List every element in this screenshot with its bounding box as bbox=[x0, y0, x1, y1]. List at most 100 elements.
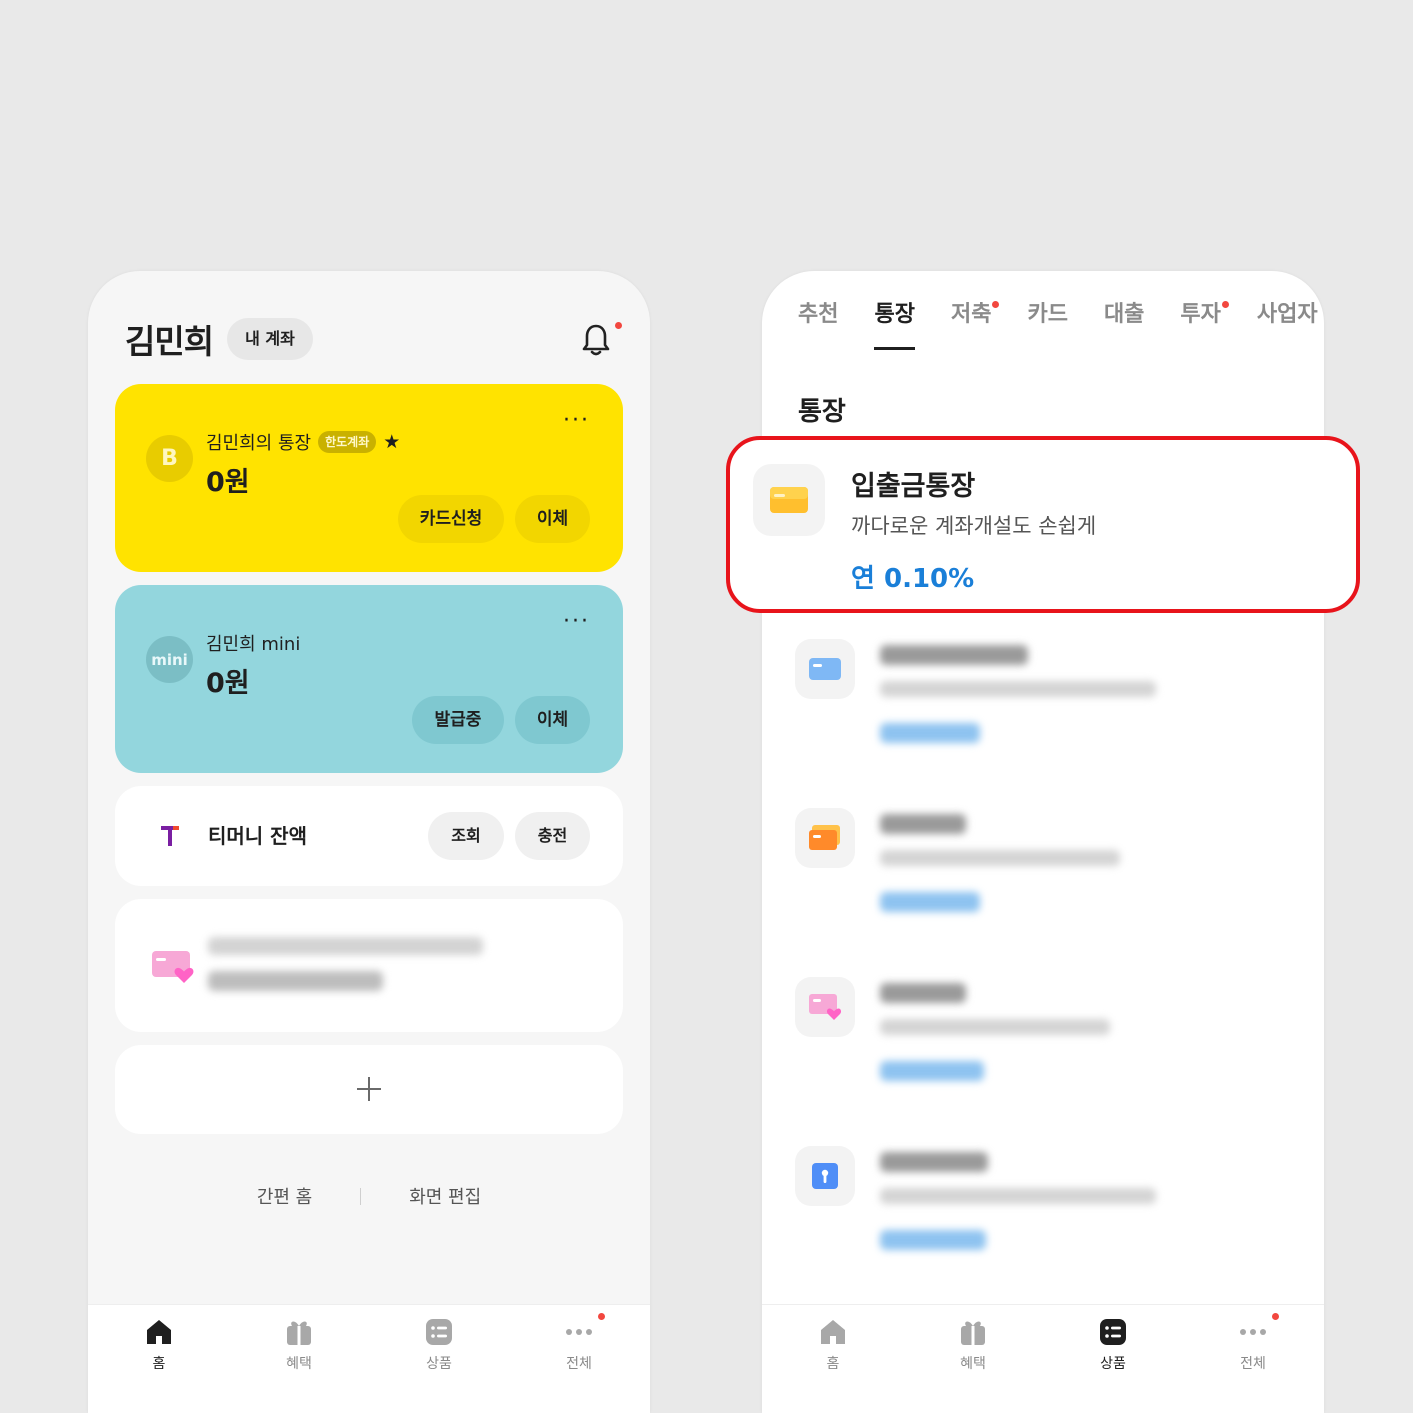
tab-card[interactable]: 카드 bbox=[1027, 299, 1067, 359]
product-list-item[interactable] bbox=[762, 629, 1324, 779]
tab-label: 사업자 bbox=[1256, 302, 1318, 327]
blurred-text bbox=[880, 892, 980, 912]
product-list-item[interactable] bbox=[762, 1136, 1324, 1286]
products-icon bbox=[1100, 1319, 1126, 1345]
product-list-item[interactable] bbox=[762, 967, 1324, 1117]
tab-benefits[interactable]: 혜택 bbox=[933, 1317, 1013, 1373]
tab-products[interactable]: 상품 bbox=[399, 1317, 479, 1373]
tab-all[interactable]: 전체 bbox=[1213, 1317, 1293, 1373]
tab-label: 상품 bbox=[426, 1356, 452, 1372]
user-name: 김민희 bbox=[125, 322, 214, 361]
blurred-text bbox=[880, 1230, 986, 1250]
card-heart-icon bbox=[809, 994, 842, 1020]
mini-logo-icon: mini bbox=[146, 636, 193, 683]
safe-box-icon bbox=[812, 1163, 838, 1189]
tab-label: 카드 bbox=[1027, 302, 1068, 327]
tab-label: 전체 bbox=[566, 1356, 592, 1372]
promo-card[interactable] bbox=[115, 899, 623, 1032]
blurred-text bbox=[880, 723, 980, 743]
blurred-text bbox=[880, 645, 1028, 665]
simple-home-link[interactable]: 간편 홈 bbox=[257, 1183, 312, 1209]
tab-savings[interactable]: 저축 bbox=[950, 299, 1000, 359]
footer-links: 간편 홈 화면 편집 bbox=[88, 1183, 650, 1209]
tab-label: 추천 bbox=[798, 302, 839, 327]
blurred-text bbox=[880, 850, 1120, 866]
account-balance: 0원 bbox=[206, 668, 250, 699]
my-account-button[interactable]: 내 계좌 bbox=[227, 318, 313, 360]
tab-all[interactable]: 전체 bbox=[539, 1317, 619, 1373]
home-icon bbox=[147, 1320, 171, 1344]
tab-label: 홈 bbox=[826, 1356, 840, 1372]
tab-home[interactable]: 홈 bbox=[793, 1317, 873, 1373]
more-dots-icon bbox=[566, 1329, 592, 1335]
add-card-button[interactable] bbox=[115, 1045, 623, 1134]
gift-icon bbox=[961, 1321, 985, 1345]
plus-icon bbox=[357, 1077, 381, 1101]
product-icon bbox=[753, 464, 825, 536]
more-options-icon[interactable]: ··· bbox=[563, 611, 590, 633]
gift-icon bbox=[287, 1321, 311, 1345]
blurred-text bbox=[880, 1061, 984, 1081]
transfer-button[interactable]: 이체 bbox=[515, 696, 590, 744]
tmoney-balance-label: 티머니 잔액 bbox=[208, 824, 307, 848]
blurred-text bbox=[880, 1152, 988, 1172]
cards-icon bbox=[809, 825, 840, 850]
card-icon bbox=[770, 487, 808, 513]
tab-label: 혜택 bbox=[286, 1356, 312, 1372]
tab-label: 대출 bbox=[1103, 302, 1145, 327]
blurred-text bbox=[880, 1019, 1110, 1035]
main-account-card[interactable]: B 김민희의 통장 한도계좌 ★ 0원 ··· 카드신청 이체 bbox=[115, 384, 623, 572]
card-apply-button[interactable]: 카드신청 bbox=[398, 495, 504, 543]
bank-logo-icon: B bbox=[146, 435, 193, 482]
product-icon bbox=[795, 977, 855, 1037]
home-screen: 김민희 내 계좌 B 김민희의 통장 한도계좌 ★ 0원 ··· 카드신청 이체… bbox=[88, 271, 650, 1413]
highlighted-product-item[interactable]: 입출금통장 까다로운 계좌개설도 손쉽게 연 0.10% bbox=[726, 436, 1360, 613]
tab-label: 저축 bbox=[950, 302, 992, 327]
product-icon bbox=[795, 1146, 855, 1206]
products-icon bbox=[426, 1319, 452, 1345]
tab-label: 혜택 bbox=[960, 1356, 986, 1372]
blurred-text bbox=[880, 983, 966, 1003]
bottom-tab-bar: 홈 혜택 상품 전체 bbox=[762, 1304, 1324, 1413]
account-name-row: 김민희의 통장 한도계좌 ★ bbox=[206, 429, 400, 455]
charge-button[interactable]: 충전 bbox=[515, 812, 590, 860]
blurred-text bbox=[880, 1188, 1156, 1204]
more-dots-icon bbox=[1240, 1329, 1266, 1335]
product-icon bbox=[795, 808, 855, 868]
divider bbox=[360, 1187, 362, 1205]
account-balance: 0원 bbox=[206, 467, 250, 498]
more-options-icon[interactable]: ··· bbox=[563, 410, 590, 432]
tab-loan[interactable]: 대출 bbox=[1104, 299, 1144, 359]
blurred-text bbox=[880, 681, 1156, 697]
tab-label: 홈 bbox=[152, 1356, 166, 1372]
transfer-button[interactable]: 이체 bbox=[515, 495, 590, 543]
inquiry-button[interactable]: 조회 bbox=[428, 812, 504, 860]
section-title: 통장 bbox=[798, 397, 846, 427]
tmoney-logo-icon bbox=[161, 826, 179, 846]
blurred-text bbox=[880, 814, 966, 834]
mini-account-card[interactable]: mini 김민희 mini 0원 ··· 발급중 이체 bbox=[115, 585, 623, 773]
tab-products[interactable]: 상품 bbox=[1073, 1317, 1153, 1373]
tab-home[interactable]: 홈 bbox=[119, 1317, 199, 1373]
tab-business[interactable]: 사업자 bbox=[1257, 299, 1318, 359]
limit-account-badge: 한도계좌 bbox=[318, 431, 377, 453]
product-icon bbox=[795, 639, 855, 699]
tab-invest[interactable]: 투자 bbox=[1180, 299, 1229, 359]
edit-screen-link[interactable]: 화면 편집 bbox=[409, 1183, 481, 1209]
issuing-button[interactable]: 발급중 bbox=[412, 696, 504, 744]
notification-dot bbox=[992, 301, 1000, 308]
star-icon[interactable]: ★ bbox=[383, 432, 400, 452]
card-heart-icon bbox=[152, 951, 194, 983]
tab-label: 전체 bbox=[1240, 1356, 1266, 1372]
tab-account[interactable]: 통장 bbox=[874, 299, 916, 359]
notification-dot bbox=[615, 322, 622, 329]
tmoney-card[interactable]: 티머니 잔액 조회 충전 bbox=[115, 786, 623, 886]
tab-label: 투자 bbox=[1180, 302, 1221, 327]
notification-dot bbox=[1221, 301, 1229, 308]
product-title: 입출금통장 bbox=[851, 471, 976, 502]
tab-benefits[interactable]: 혜택 bbox=[259, 1317, 339, 1373]
tab-recommend[interactable]: 추천 bbox=[798, 299, 838, 359]
category-tabs: 추천 통장 저축 카드 대출 투자 사업자 bbox=[798, 299, 1324, 359]
bell-icon[interactable] bbox=[582, 323, 610, 357]
product-list-item[interactable] bbox=[762, 798, 1324, 948]
